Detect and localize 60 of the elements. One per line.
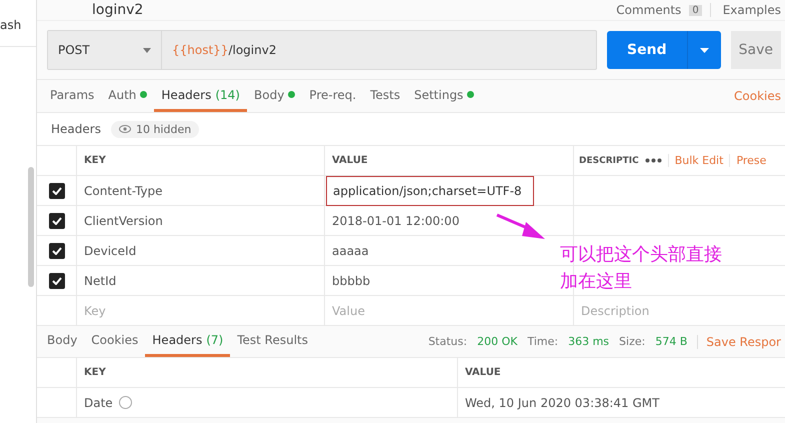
bulk-edit-link[interactable]: Bulk Edit — [668, 154, 724, 167]
request-tab[interactable]: Body — [247, 80, 302, 112]
hidden-headers-toggle[interactable]: 10 hidden — [110, 120, 200, 138]
info-icon — [118, 396, 132, 409]
description-input-field[interactable]: Description — [574, 296, 785, 324]
stat-value: 200 OK — [477, 335, 518, 348]
response-tab[interactable]: Test Results — [230, 326, 316, 357]
comments-count: 0 — [689, 4, 702, 16]
stat-label: Time: — [527, 335, 558, 348]
stat-label: Status: — [428, 335, 468, 348]
checkbox[interactable] — [48, 272, 64, 288]
comments-link[interactable]: Comments — [616, 3, 682, 17]
sidebar-item[interactable]: ash — [0, 18, 36, 47]
table-cell: Date — [84, 396, 113, 410]
eye-icon — [118, 125, 131, 133]
more-button[interactable] — [644, 158, 662, 163]
caret-icon — [143, 48, 151, 52]
table-cell: DeviceId — [77, 236, 325, 266]
arrow-icon — [496, 212, 546, 242]
more-icon — [644, 158, 662, 163]
table-cell: NetId — [77, 266, 325, 296]
request-tab[interactable]: Params — [43, 80, 102, 112]
table-cell: Wed, 10 Jun 2020 03:38:41 GMT — [458, 388, 785, 418]
column-header: VALUE — [458, 358, 785, 388]
request-title: loginv2 — [92, 2, 144, 18]
column-header: DESCRIPTIC — [579, 156, 639, 166]
request-tab[interactable]: Tests — [363, 80, 408, 112]
value-input-field[interactable]: Value — [325, 296, 573, 324]
stat-value: 363 ms — [568, 335, 610, 348]
column-header: KEY — [77, 146, 325, 176]
presets-link[interactable]: Prese — [729, 154, 766, 167]
save-response-link[interactable]: Save Respor — [697, 334, 781, 348]
request-tab[interactable]: Settings — [407, 80, 482, 112]
cookies-link[interactable]: Cookies — [734, 89, 781, 103]
value-input-field[interactable]: application/json;charset=UTF-8 — [326, 176, 534, 206]
table-cell: ClientVersion — [77, 206, 325, 236]
response-tab[interactable]: Cookies — [84, 326, 146, 357]
caret-icon — [700, 48, 709, 52]
stat-label: Size: — [619, 335, 646, 348]
key-input-field[interactable]: Key — [77, 296, 324, 324]
checkbox[interactable] — [48, 212, 64, 228]
annotation-text: 可以把这个头部直接 加在这里 — [560, 243, 722, 294]
request-tab[interactable]: Pre-req. — [302, 80, 364, 112]
stat-value: 574 B — [655, 335, 688, 348]
column-header: KEY — [77, 358, 458, 388]
check-icon — [52, 186, 62, 194]
save-button[interactable]: Save — [730, 31, 781, 69]
url-field[interactable]: {{host}}/loginv2 — [162, 31, 276, 69]
check-icon — [52, 216, 62, 224]
check-icon — [52, 276, 62, 284]
examples-link[interactable]: Examples — [710, 3, 781, 17]
check-icon — [52, 246, 62, 254]
table-cell: Content-Type — [77, 176, 325, 206]
checkbox[interactable] — [48, 242, 64, 258]
section-title: Headers — [51, 122, 101, 136]
request-tab[interactable]: Auth — [101, 80, 154, 112]
scrollbar[interactable] — [28, 167, 34, 287]
checkbox[interactable] — [48, 182, 64, 198]
method-dropdown[interactable]: POST — [48, 31, 162, 69]
response-tab[interactable]: Body — [40, 326, 84, 357]
